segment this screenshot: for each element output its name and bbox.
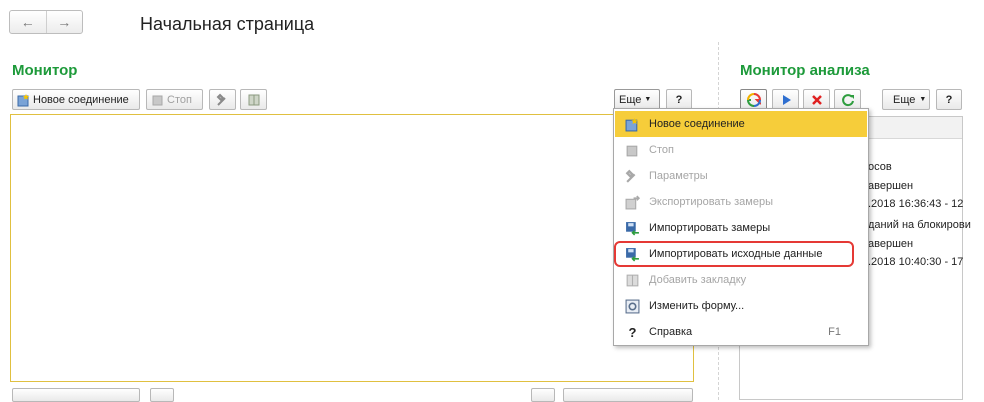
list-item[interactable]: даний на блокирови [868, 219, 971, 231]
list-item[interactable]: авершен [868, 180, 913, 192]
help-icon: ? [628, 324, 637, 340]
bookmark-icon [626, 274, 639, 286]
back-button[interactable]: ← [10, 11, 47, 33]
menu-item-add-bookmark[interactable]: Добавить закладку [615, 267, 867, 293]
monitor-title: Монитор [12, 62, 78, 79]
shortcut-label: F1 [828, 326, 841, 338]
new-connection-icon [625, 117, 638, 131]
cycle-icon [746, 92, 761, 107]
menu-item-edit-form[interactable]: Изменить форму... [615, 293, 867, 319]
analysis-title: Монитор анализа [740, 62, 870, 79]
list-item[interactable]: авершен [868, 238, 913, 250]
tools-icon [216, 93, 226, 106]
menu-item-stop[interactable]: Стоп [615, 137, 867, 163]
new-connection-button[interactable]: Новое соединение [12, 89, 140, 110]
chevron-down-icon: ▼ [644, 96, 652, 103]
menu-item-parameters[interactable]: Параметры [615, 163, 867, 189]
chevron-down-icon: ▼ [919, 96, 927, 103]
parameters-button[interactable] [209, 89, 236, 110]
export-icon [625, 195, 640, 209]
tools-icon [625, 169, 636, 183]
more-dropdown-menu: Новое соединение Стоп Параметры Экспорти… [613, 108, 869, 346]
refresh-icon [841, 93, 854, 106]
menu-item-export[interactable]: Экспортировать замеры [615, 189, 867, 215]
refresh-analysis-button[interactable] [740, 89, 767, 110]
close-icon [811, 94, 822, 105]
delete-button[interactable] [803, 89, 830, 110]
stop-icon [626, 145, 638, 156]
monitor-panel[interactable] [10, 114, 694, 382]
nav-buttons: ← → [9, 10, 83, 34]
bookmark-button[interactable] [240, 89, 267, 110]
play-icon [782, 94, 791, 105]
stop-icon [152, 95, 163, 105]
stop-button[interactable]: Стоп [146, 89, 203, 110]
help-button[interactable]: ? [666, 89, 692, 110]
reload-button[interactable] [834, 89, 861, 110]
highlight-annotation [614, 241, 854, 267]
list-item[interactable]: .2018 10:40:30 - 17 [868, 256, 963, 268]
menu-item-new-connection[interactable]: Новое соединение [615, 111, 867, 137]
import-icon [626, 221, 639, 235]
more-button[interactable]: Еще ▼ [614, 89, 660, 110]
book-icon [248, 94, 259, 105]
run-button[interactable] [772, 89, 799, 110]
new-connection-icon [17, 93, 29, 106]
analysis-more-button[interactable]: Еще ▼ [882, 89, 930, 110]
menu-item-import[interactable]: Импортировать замеры [615, 215, 867, 241]
forward-button[interactable]: → [47, 11, 83, 33]
analysis-help-button[interactable]: ? [936, 89, 962, 110]
list-item[interactable]: .2018 16:36:43 - 12 [868, 198, 963, 210]
list-item[interactable]: осов [868, 161, 892, 173]
page-title: Начальная страница [140, 14, 315, 34]
menu-item-help[interactable]: ? Справка F1 [615, 319, 867, 345]
form-icon [625, 299, 640, 313]
